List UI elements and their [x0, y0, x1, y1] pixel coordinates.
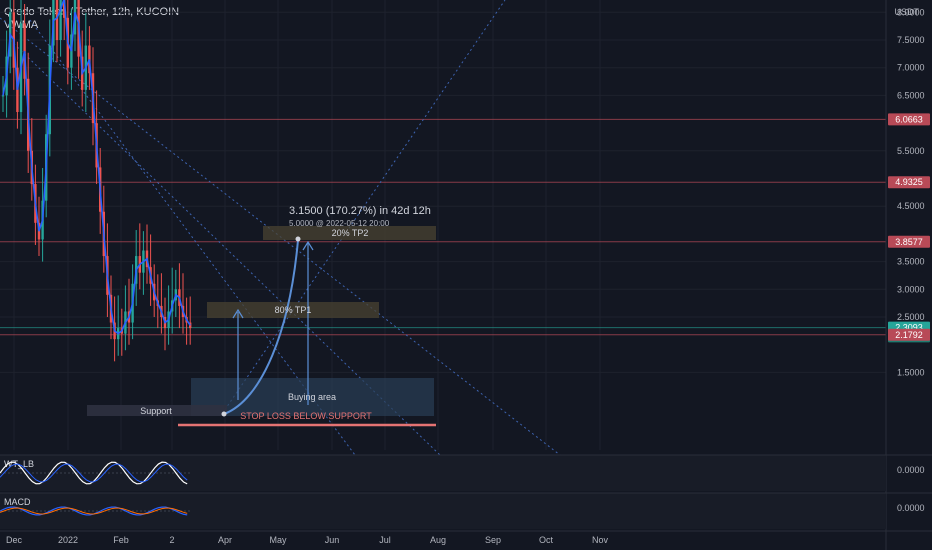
- projection-start-point: [221, 411, 227, 417]
- x-tick-label: Aug: [430, 535, 446, 545]
- indicator-name: MACD: [4, 497, 31, 507]
- projection-end-point: [295, 236, 301, 242]
- x-tick-label: Dec: [6, 535, 23, 545]
- x-tick-label: Jun: [325, 535, 340, 545]
- measure-sublabel: 5.0000 @ 2022-05-12 20:00: [289, 219, 390, 228]
- x-tick-label: Jul: [379, 535, 391, 545]
- price-tag-label: 4.9325: [895, 177, 923, 187]
- y-tick-label: 4.5000: [897, 201, 925, 211]
- y-tick-label: 5.5000: [897, 146, 925, 156]
- candle-body: [55, 0, 59, 40]
- x-tick-label: 2022: [58, 535, 78, 545]
- y-tick-label: 1.5000: [897, 367, 925, 377]
- x-tick-label: Apr: [218, 535, 232, 545]
- y-tick-label: 7.0000: [897, 63, 925, 73]
- stop-loss-label: STOP LOSS BELOW SUPPORT: [240, 411, 372, 421]
- price-tag-label: 2.1792: [895, 330, 923, 340]
- y-tick-label: 6.5000: [897, 90, 925, 100]
- price-tag-label: 3.8577: [895, 237, 923, 247]
- buying-area-label: Buying area: [288, 392, 336, 402]
- price-tag-label: 6.0663: [895, 114, 923, 124]
- tp1-label: 80% TP1: [275, 305, 312, 315]
- y-tick-label: 2.5000: [897, 312, 925, 322]
- x-tick-label: Nov: [592, 535, 609, 545]
- x-tick-label: May: [269, 535, 287, 545]
- y-tick-label: 3.5000: [897, 257, 925, 267]
- x-tick-label: Feb: [113, 535, 129, 545]
- x-tick-label: Sep: [485, 535, 501, 545]
- x-tick-label: 2: [169, 535, 174, 545]
- indicator-value: 0.0000: [897, 503, 925, 513]
- measure-label: 3.1500 (170.27%) in 42d 12h: [289, 205, 431, 217]
- y-tick-label: 3.0000: [897, 284, 925, 294]
- indicator-value: 0.0000: [897, 465, 925, 475]
- y-tick-label: 8.0000: [897, 7, 925, 17]
- x-tick-label: Oct: [539, 535, 554, 545]
- price-chart[interactable]: 3.1500 (170.27%) in 42d 12h 5.0000 @ 2022…: [0, 0, 932, 550]
- candle-body: [1, 95, 5, 97]
- tp2-label: 20% TP2: [332, 228, 369, 238]
- y-tick-label: 7.5000: [897, 35, 925, 45]
- support-label: Support: [140, 406, 172, 416]
